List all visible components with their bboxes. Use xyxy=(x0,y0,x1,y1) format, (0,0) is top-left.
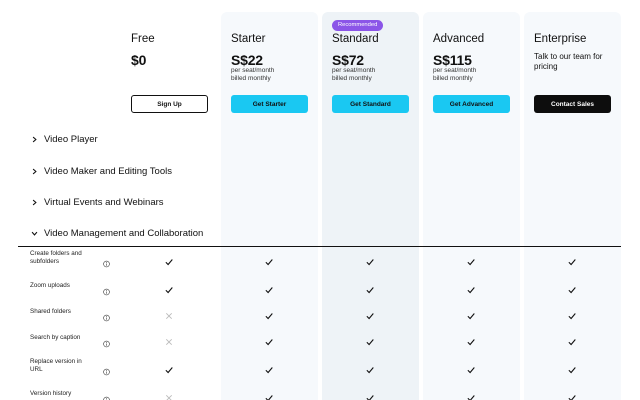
check-icon xyxy=(568,334,577,346)
cross-icon xyxy=(165,308,174,320)
check-icon xyxy=(467,390,476,400)
plan-name: Advanced xyxy=(433,33,485,45)
check-icon xyxy=(568,390,577,400)
cross-icon xyxy=(165,390,174,400)
get-starter-button[interactable]: Get Starter xyxy=(231,95,308,113)
check-icon xyxy=(366,282,375,294)
feature-row: Create folders and subfolders xyxy=(18,245,621,271)
info-icon[interactable] xyxy=(103,335,110,348)
feature-row: Replace version in URL xyxy=(18,353,621,379)
cross-icon xyxy=(165,334,174,346)
section-video-maker[interactable]: Video Maker and Editing Tools xyxy=(18,158,621,184)
check-icon xyxy=(165,282,174,294)
plan-name: Enterprise xyxy=(534,33,587,45)
plan-enterprise: Enterprise Talk to our team for pricing … xyxy=(524,0,621,120)
check-icon xyxy=(568,308,577,320)
plan-billing-note: per seat/month billed monthly xyxy=(332,67,376,82)
section-virtual-events[interactable]: Virtual Events and Webinars xyxy=(18,189,621,215)
check-icon xyxy=(366,308,375,320)
plan-standard: Recommended Standard S$72 per seat/month… xyxy=(322,0,419,120)
check-icon xyxy=(265,282,274,294)
feature-label: Create folders and subfolders xyxy=(30,250,82,265)
plan-price: S$115 xyxy=(433,52,472,68)
feature-label: Version history xyxy=(30,390,72,397)
feature-row: Shared folders xyxy=(18,299,621,325)
sign-up-button[interactable]: Sign Up xyxy=(131,95,208,113)
info-icon[interactable] xyxy=(103,283,110,296)
section-title: Video Management and Collaboration xyxy=(44,228,204,239)
check-icon xyxy=(366,362,375,374)
chevron-right-icon xyxy=(28,165,40,177)
check-icon xyxy=(165,362,174,374)
chevron-down-icon xyxy=(28,228,40,240)
feature-label: Zoom uploads xyxy=(30,282,70,289)
check-icon xyxy=(467,334,476,346)
info-icon[interactable] xyxy=(103,391,110,400)
check-icon xyxy=(265,308,274,320)
feature-label: Replace version in URL xyxy=(30,358,82,373)
check-icon xyxy=(265,390,274,400)
check-icon xyxy=(568,254,577,266)
chevron-right-icon xyxy=(28,133,40,145)
contact-sales-button[interactable]: Contact Sales xyxy=(534,95,611,113)
get-standard-button[interactable]: Get Standard xyxy=(332,95,409,113)
feature-row: Search by caption xyxy=(18,325,621,351)
section-video-management[interactable]: Video Management and Collaboration xyxy=(18,221,621,247)
feature-label: Search by caption xyxy=(30,334,81,341)
section-title: Video Player xyxy=(44,133,98,145)
feature-row: Version history xyxy=(18,381,621,400)
plan-name: Starter xyxy=(231,33,266,45)
check-icon xyxy=(568,282,577,294)
plan-price: S$72 xyxy=(332,52,364,68)
info-icon[interactable] xyxy=(103,309,110,322)
section-video-player[interactable]: Video Player xyxy=(18,126,621,152)
plan-free: Free $0 Sign Up xyxy=(121,0,218,120)
plan-starter: Starter S$22 per seat/month billed month… xyxy=(221,0,318,120)
check-icon xyxy=(568,362,577,374)
plan-price: S$22 xyxy=(231,52,263,68)
check-icon xyxy=(366,254,375,266)
get-advanced-button[interactable]: Get Advanced xyxy=(433,95,510,113)
feature-label: Shared folders xyxy=(30,308,71,315)
check-icon xyxy=(366,390,375,400)
plan-billing-note: per seat/month billed monthly xyxy=(433,67,477,82)
check-icon xyxy=(265,254,274,266)
section-title: Video Maker and Editing Tools xyxy=(44,165,172,177)
check-icon xyxy=(467,254,476,266)
check-icon xyxy=(467,362,476,374)
info-icon[interactable] xyxy=(103,255,110,268)
recommended-badge: Recommended xyxy=(332,20,384,31)
plan-contact-note: Talk to our team for pricing xyxy=(534,52,603,71)
check-icon xyxy=(467,308,476,320)
check-icon xyxy=(265,362,274,374)
plan-advanced: Advanced S$115 per seat/month billed mon… xyxy=(423,0,520,120)
info-icon[interactable] xyxy=(103,363,110,376)
plan-name: Free xyxy=(131,33,155,45)
chevron-right-icon xyxy=(28,196,40,208)
feature-row: Zoom uploads xyxy=(18,273,621,299)
check-icon xyxy=(165,254,174,266)
section-title: Virtual Events and Webinars xyxy=(44,196,164,208)
plan-name: Standard xyxy=(332,33,379,45)
plan-price: $0 xyxy=(131,52,147,68)
check-icon xyxy=(467,282,476,294)
check-icon xyxy=(366,334,375,346)
plan-billing-note: per seat/month billed monthly xyxy=(231,67,275,82)
check-icon xyxy=(265,334,274,346)
